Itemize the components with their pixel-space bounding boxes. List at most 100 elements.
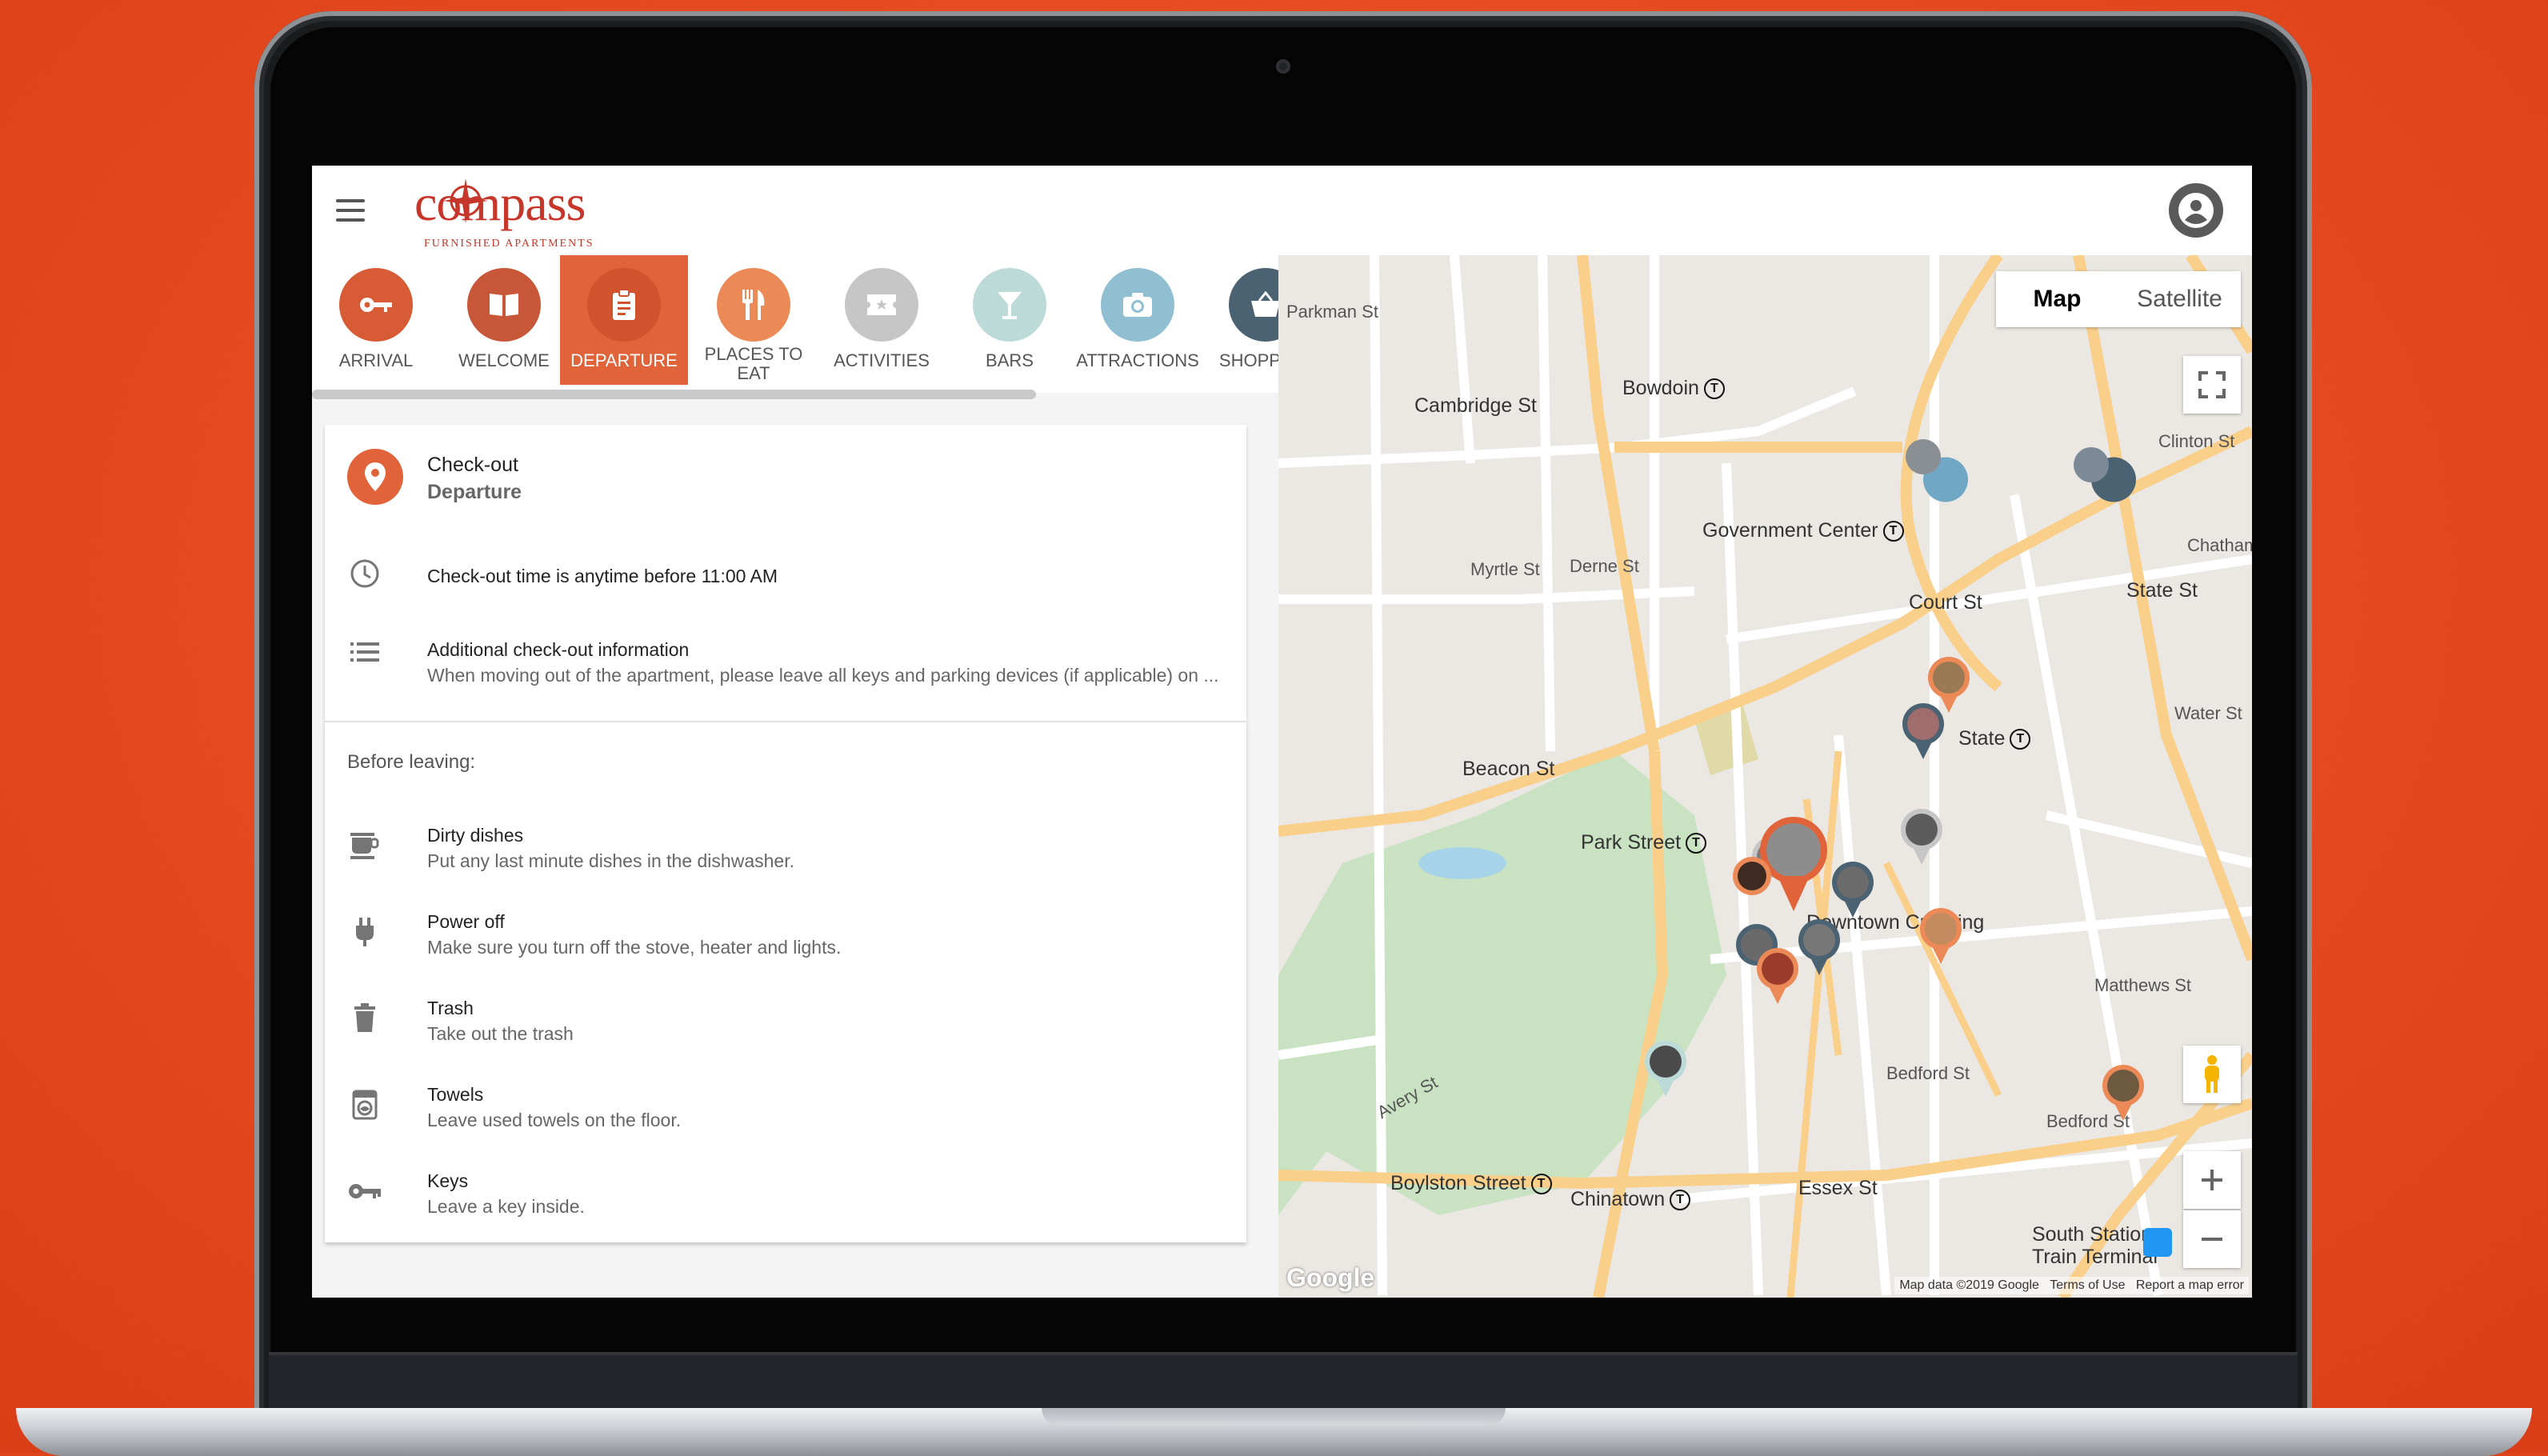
- tab-label: PLACES TO EAT: [704, 344, 803, 383]
- tab-label: ARRIVAL: [338, 350, 414, 370]
- street-label: Beacon St: [1462, 758, 1555, 780]
- tab-label: ATTRACTIONS: [1076, 350, 1199, 370]
- zoom-in-button[interactable]: [2183, 1151, 2241, 1209]
- app-screen: compass FURNISHED APARTMENTS ARRIVAL WEL…: [312, 166, 2252, 1298]
- tab-departure[interactable]: DEPARTURE: [560, 255, 688, 385]
- street-label: Derne St: [1570, 556, 1639, 576]
- card-title: Check-out: [427, 454, 518, 476]
- hamburger-menu-icon[interactable]: [336, 199, 365, 222]
- tab-activities[interactable]: ACTIVITIES: [818, 255, 946, 385]
- tab-label: DEPARTURE: [570, 350, 678, 370]
- report-map-error-link[interactable]: Report a map error: [2136, 1278, 2244, 1292]
- zoom-out-button[interactable]: [2183, 1210, 2241, 1268]
- category-tabs: ARRIVAL WELCOME DEPARTURE PLACES TO EAT: [312, 255, 1278, 393]
- item-title: Power off: [427, 911, 505, 932]
- checkout-card: Check-out Departure Check-out time is an…: [325, 425, 1246, 721]
- tab-bars[interactable]: BARS: [946, 255, 1074, 385]
- laptop-notch: [1042, 1408, 1506, 1426]
- station-label: Chinatown T: [1570, 1188, 1691, 1211]
- utensils-icon: [717, 268, 790, 342]
- item-text: Take out the trash: [427, 1023, 574, 1044]
- pegman-icon: [2205, 1055, 2219, 1093]
- tab-arrival[interactable]: ARRIVAL: [312, 255, 440, 385]
- tab-attractions[interactable]: ATTRACTIONS: [1074, 255, 1202, 385]
- minus-icon: [2202, 1238, 2222, 1241]
- list-icon: [347, 634, 382, 670]
- map-data-text: Map data ©2019 Google: [1899, 1278, 2039, 1292]
- checkout-time-text: Check-out time is anytime before 11:00 A…: [427, 566, 778, 586]
- terms-of-use-link[interactable]: Terms of Use: [2050, 1278, 2125, 1292]
- tab-label: BARS: [986, 350, 1034, 370]
- street-label: Water St: [2174, 703, 2242, 723]
- plus-icon: [2202, 1170, 2222, 1190]
- item-title: Trash: [427, 998, 474, 1018]
- tab-shopping[interactable]: SHOPPING: [1202, 255, 1278, 385]
- basket-icon: [1229, 268, 1278, 342]
- station-label: Government Center T: [1702, 519, 1904, 542]
- compass-logo[interactable]: compass FURNISHED APARTMENTS: [414, 174, 614, 250]
- map-view[interactable]: Parkman St Cambridge St Bowdoin T Governm…: [1278, 255, 2252, 1298]
- laptop-hinge-band: [269, 1352, 2298, 1410]
- map-type-satellite-button[interactable]: Satellite: [2118, 271, 2241, 327]
- book-icon: [467, 268, 541, 342]
- map-type-toggle: Map Satellite: [1996, 271, 2241, 327]
- map-type-map-button[interactable]: Map: [1996, 271, 2118, 327]
- street-label: State St: [2126, 579, 2198, 602]
- item-title: Towels: [427, 1084, 484, 1105]
- item-text: Put any last minute dishes in the dishwa…: [427, 850, 794, 871]
- location-pin-icon: [347, 449, 403, 505]
- key-icon: [339, 268, 413, 342]
- street-label: Bedford St: [1886, 1063, 1970, 1083]
- washer-icon: [347, 1087, 382, 1122]
- clipboard-icon: [587, 268, 661, 342]
- tab-welcome[interactable]: WELCOME: [440, 255, 568, 385]
- fullscreen-icon: [2198, 371, 2226, 398]
- street-view-pegman-button[interactable]: [2183, 1046, 2241, 1103]
- logo-tagline: FURNISHED APARTMENTS: [424, 238, 594, 250]
- tabs-horizontal-scrollbar[interactable]: [312, 390, 1036, 399]
- coffee-cup-icon: [347, 828, 382, 863]
- google-logo: Google: [1286, 1263, 1375, 1292]
- station-label: Downtown Crossing: [1806, 911, 1985, 934]
- tab-places-to-eat[interactable]: PLACES TO EAT: [690, 255, 818, 385]
- card-subtitle: Departure: [427, 481, 522, 503]
- station-label: State T: [1958, 727, 2031, 750]
- trash-icon: [347, 1001, 382, 1036]
- fullscreen-button[interactable]: [2183, 356, 2241, 414]
- street-label: Court St: [1909, 591, 1982, 614]
- additional-info-title: Additional check-out information: [427, 639, 690, 660]
- item-text: Leave used towels on the floor.: [427, 1110, 682, 1130]
- station-label: Park Street T: [1581, 831, 1707, 854]
- street-label: Myrtle St: [1470, 559, 1540, 579]
- clock-icon: [347, 556, 382, 591]
- camera-icon: [1101, 268, 1174, 342]
- webcam: [1276, 59, 1290, 74]
- map-attribution: Map data ©2019 Google Terms of Use Repor…: [1894, 1277, 2249, 1294]
- item-text: Leave a key inside.: [427, 1196, 585, 1217]
- additional-info-text[interactable]: When moving out of the apartment, please…: [427, 665, 1235, 686]
- key-icon: [347, 1174, 382, 1209]
- tab-label: WELCOME: [458, 350, 550, 370]
- user-avatar-icon[interactable]: [2169, 183, 2223, 238]
- before-leaving-card: Before leaving: Dirty dishes Put any las…: [325, 721, 1246, 1242]
- street-label: Matthews St: [2094, 975, 2192, 995]
- street-label: Essex St: [1798, 1177, 1878, 1199]
- street-label: Parkman St: [1286, 302, 1378, 322]
- guide-panel: ARRIVAL WELCOME DEPARTURE PLACES TO EAT: [312, 255, 1278, 1298]
- tab-label: SHOPPING: [1218, 350, 1278, 370]
- item-title: Dirty dishes: [427, 825, 524, 846]
- plug-icon: [347, 914, 382, 950]
- street-label: Clinton St: [2158, 431, 2235, 451]
- compass-rose-icon: [443, 178, 488, 223]
- cocktail-icon: [973, 268, 1046, 342]
- station-label: Bowdoin T: [1622, 377, 1725, 400]
- frog-pond: [1418, 847, 1506, 879]
- transit-station-icon[interactable]: [2143, 1228, 2172, 1257]
- tab-label: ACTIVITIES: [834, 350, 930, 370]
- station-label: Train Terminal: [2032, 1246, 2158, 1268]
- street-label: Chatham St: [2187, 535, 2252, 555]
- street-label: Cambridge St: [1414, 394, 1537, 417]
- ticket-icon: [845, 268, 918, 342]
- station-label: Boylston Street T: [1390, 1172, 1552, 1195]
- station-label: South Station: [2032, 1223, 2153, 1246]
